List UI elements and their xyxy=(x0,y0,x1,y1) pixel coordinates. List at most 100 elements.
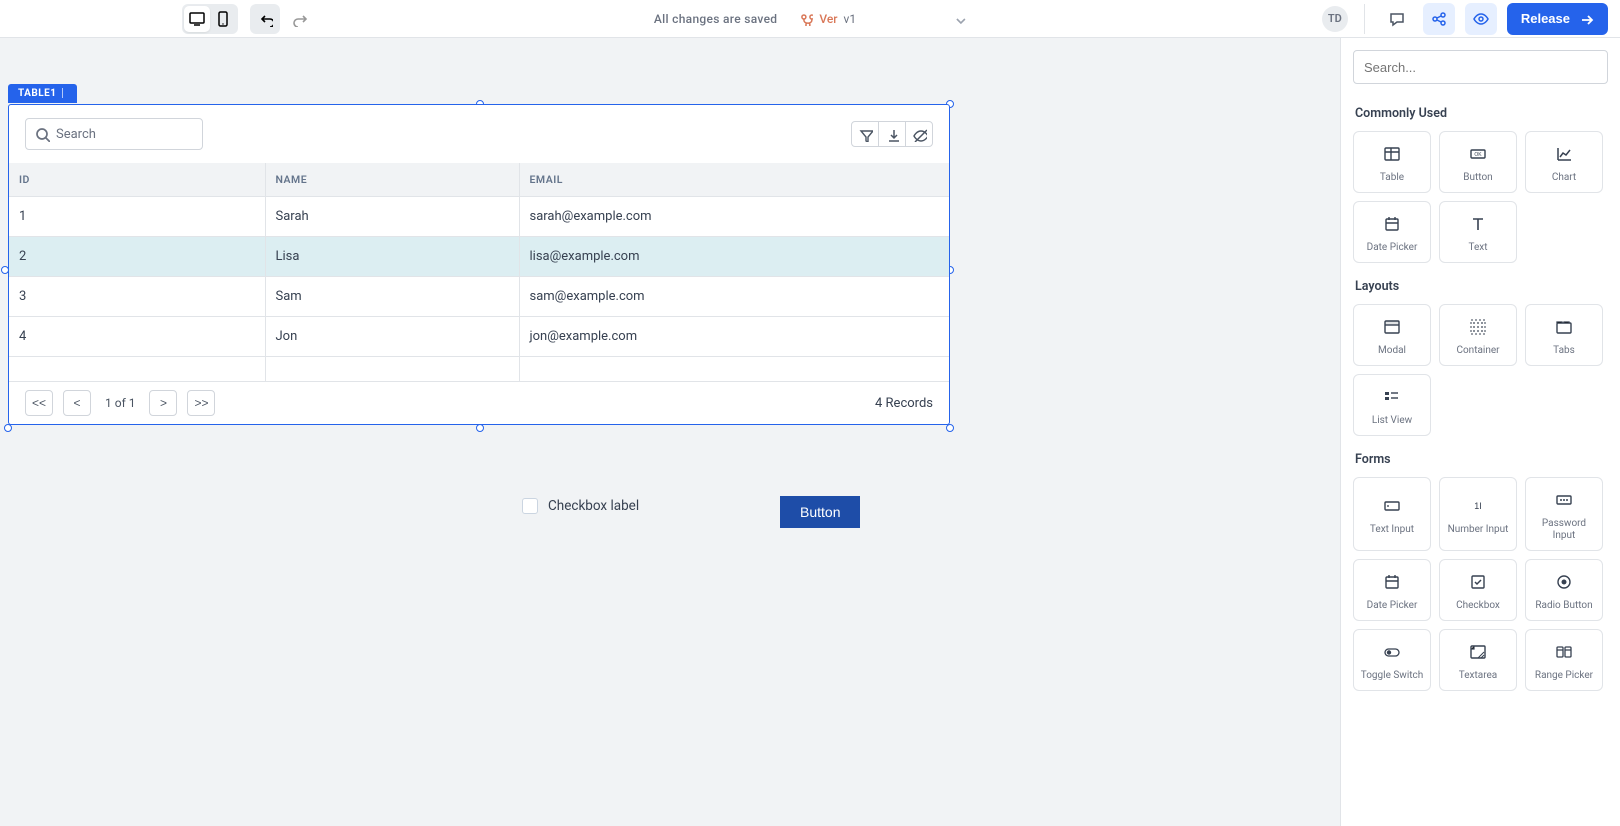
version-value: v1 xyxy=(844,12,857,26)
cell-id: 1 xyxy=(9,197,265,237)
component-label: Date Picker xyxy=(1367,242,1418,254)
component-card-password-input[interactable]: Password Input xyxy=(1525,477,1603,551)
resize-handle[interactable] xyxy=(946,424,954,432)
version-label-prefix: Ver xyxy=(819,12,837,26)
component-label: List View xyxy=(1372,415,1412,427)
section-title-commonly-used: Commonly Used xyxy=(1355,106,1608,121)
share-button[interactable] xyxy=(1423,3,1455,35)
chevron-down-icon xyxy=(952,12,966,26)
component-card-range-picker[interactable]: Range Picker xyxy=(1525,629,1603,691)
component-card-chart[interactable]: Chart xyxy=(1525,131,1603,193)
table-header-row: ID NAME EMAIL xyxy=(9,163,949,197)
range-picker-icon xyxy=(1554,642,1574,662)
component-card-date-picker[interactable]: Date Picker xyxy=(1353,559,1431,621)
filter-button[interactable] xyxy=(851,121,879,147)
table-row[interactable]: 2Lisalisa@example.com xyxy=(9,237,949,277)
tabs-icon xyxy=(1554,317,1574,337)
checkbox-box[interactable] xyxy=(522,498,538,514)
table-row[interactable]: 3Samsam@example.com xyxy=(9,277,949,317)
password-input-icon xyxy=(1554,490,1574,510)
component-card-button[interactable]: Button xyxy=(1439,131,1517,193)
download-button[interactable] xyxy=(878,121,906,147)
section-title-forms: Forms xyxy=(1355,452,1608,467)
cell-id: 3 xyxy=(9,277,265,317)
text-t-icon xyxy=(1468,214,1488,234)
component-card-checkbox[interactable]: Checkbox xyxy=(1439,559,1517,621)
component-card-text[interactable]: Text xyxy=(1439,201,1517,263)
records-count: 4 Records xyxy=(875,396,933,411)
version-selector[interactable]: Ver v1 xyxy=(799,12,966,26)
table-row[interactable]: 1Sarahsarah@example.com xyxy=(9,197,949,237)
canvas[interactable]: TABLE1 Search xyxy=(0,38,1340,826)
pager-last[interactable]: >> xyxy=(187,390,215,416)
release-button-label: Release xyxy=(1521,11,1570,26)
toggle-icon xyxy=(1382,642,1402,662)
radio-icon xyxy=(1554,572,1574,592)
component-card-radio-button[interactable]: Radio Button xyxy=(1525,559,1603,621)
preview-button[interactable] xyxy=(1465,3,1497,35)
resize-handle[interactable] xyxy=(4,424,12,432)
component-card-textarea[interactable]: Textarea xyxy=(1439,629,1517,691)
component-label: Date Picker xyxy=(1367,600,1418,612)
resize-handle[interactable] xyxy=(476,424,484,432)
column-header-id[interactable]: ID xyxy=(9,163,265,197)
textarea-icon xyxy=(1468,642,1488,662)
redo-button xyxy=(286,4,316,34)
components-search-input[interactable] xyxy=(1353,50,1608,84)
button-widget[interactable]: Button xyxy=(780,496,860,528)
component-label: Toggle Switch xyxy=(1361,670,1424,682)
component-label: Modal xyxy=(1378,345,1406,357)
release-button[interactable]: Release xyxy=(1507,3,1608,35)
share-icon xyxy=(1430,10,1448,28)
download-icon xyxy=(885,127,900,142)
component-card-tabs[interactable]: Tabs xyxy=(1525,304,1603,366)
mobile-view-button[interactable] xyxy=(210,6,236,32)
component-card-toggle-switch[interactable]: Toggle Switch xyxy=(1353,629,1431,691)
component-label: Table xyxy=(1380,172,1404,184)
column-header-name[interactable]: NAME xyxy=(265,163,519,197)
listview-icon xyxy=(1382,387,1402,407)
data-table: ID NAME EMAIL 1Sarahsarah@example.com2Li… xyxy=(9,163,949,382)
component-card-container[interactable]: Container xyxy=(1439,304,1517,366)
comments-button[interactable] xyxy=(1381,3,1413,35)
undo-button[interactable] xyxy=(250,4,280,34)
widget-selection-tag[interactable]: TABLE1 xyxy=(8,84,77,103)
desktop-icon xyxy=(188,10,206,28)
table-search-input[interactable]: Search xyxy=(25,118,203,150)
save-status: All changes are saved xyxy=(654,12,777,26)
device-toggle xyxy=(182,4,238,34)
cell-id: 4 xyxy=(9,317,265,357)
component-label: Password Input xyxy=(1530,518,1598,542)
component-card-text-input[interactable]: Text Input xyxy=(1353,477,1431,551)
component-card-list-view[interactable]: List View xyxy=(1353,374,1431,436)
component-label: Textarea xyxy=(1459,670,1498,682)
component-card-date-picker[interactable]: Date Picker xyxy=(1353,201,1431,263)
mobile-icon xyxy=(214,10,232,28)
hide-columns-button[interactable] xyxy=(905,121,933,147)
pager-first[interactable]: << xyxy=(25,390,53,416)
component-card-number-input[interactable]: Number Input xyxy=(1439,477,1517,551)
component-card-table[interactable]: Table xyxy=(1353,131,1431,193)
table-toolbar: Search xyxy=(9,105,949,163)
avatar[interactable]: TD xyxy=(1322,6,1348,32)
pager-next[interactable]: > xyxy=(149,390,177,416)
component-label: Text xyxy=(1468,242,1487,254)
undo-icon xyxy=(257,11,273,27)
component-label: Text Input xyxy=(1370,524,1414,536)
desktop-view-button[interactable] xyxy=(184,6,210,32)
component-card-modal[interactable]: Modal xyxy=(1353,304,1431,366)
filter-icon xyxy=(858,127,873,142)
table-icon xyxy=(1382,144,1402,164)
checkbox-icon xyxy=(1468,572,1488,592)
divider xyxy=(1364,4,1365,34)
column-header-email[interactable]: EMAIL xyxy=(519,163,949,197)
undo-redo-group xyxy=(250,4,316,34)
checkbox-widget[interactable]: Checkbox label xyxy=(522,498,639,514)
table-row[interactable]: 4Jonjon@example.com xyxy=(9,317,949,357)
pager-prev[interactable]: < xyxy=(63,390,91,416)
table-widget[interactable]: Search ID NAME EMAIL 1Sarahsarah@example… xyxy=(8,104,950,425)
search-icon xyxy=(34,126,50,142)
topbar: All changes are saved Ver v1 TD Release xyxy=(0,0,1620,38)
component-label: Range Picker xyxy=(1535,670,1593,682)
cell-email: jon@example.com xyxy=(519,317,949,357)
